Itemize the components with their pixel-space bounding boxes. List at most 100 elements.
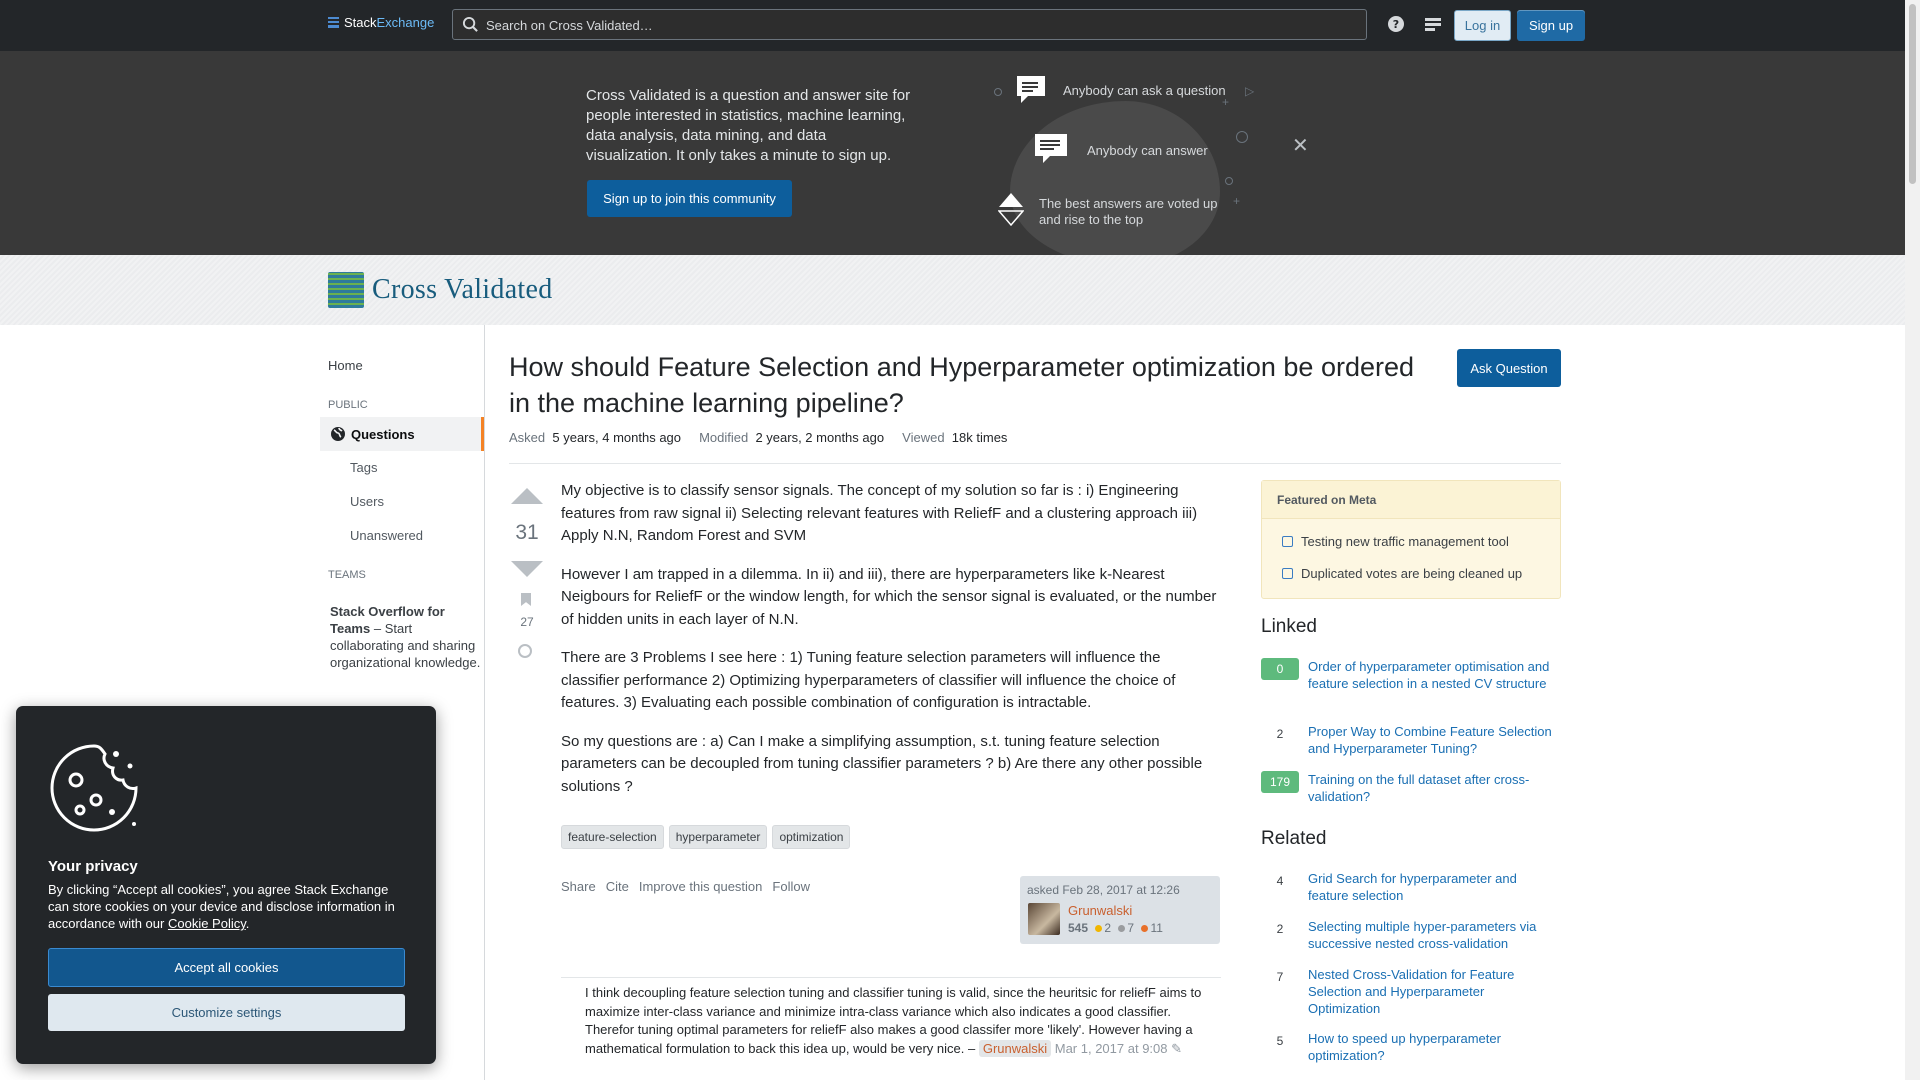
login-button[interactable]: Log in (1454, 10, 1511, 41)
tag-hyperparameter[interactable]: hyperparameter (668, 825, 768, 849)
featured-item-label: Duplicated votes are being cleaned up (1301, 566, 1523, 581)
question-paragraph: There are 3 Problems I see here : 1) Tun… (561, 649, 1176, 711)
signup-hero: Cross Validated is a question and answer… (0, 51, 1905, 266)
related-title[interactable]: Selecting multiple hyper-parameters via … (1308, 918, 1553, 952)
nav-home[interactable]: Home (328, 358, 363, 373)
improve-question-link[interactable]: Improve this question (639, 879, 763, 894)
tag-feature-selection[interactable]: feature-selection (561, 825, 664, 849)
stackexchange-logo[interactable]: StackExchange (328, 15, 434, 30)
related-title[interactable]: Nested Cross-Validation for Feature Sele… (1308, 966, 1553, 1017)
cookie-icon (50, 744, 138, 832)
asked-date: asked Feb 28, 2017 at 12:26 (1027, 883, 1180, 897)
cookie-policy-link[interactable]: Cookie Policy (168, 916, 246, 931)
share-link[interactable]: Share (561, 879, 596, 894)
follow-link[interactable]: Follow (772, 879, 810, 894)
downvote-button[interactable] (511, 561, 543, 577)
nav-section-public: PUBLIC (328, 399, 368, 411)
cookie-consent-dialog: Your privacy By clicking “Accept all coo… (16, 706, 436, 1064)
title-divider (509, 463, 1561, 464)
signup-button[interactable]: Sign up (1517, 10, 1585, 41)
help-icon[interactable]: ? (1387, 15, 1405, 33)
related-heading: Related (1261, 828, 1327, 849)
owner-reputation: 545 2 7 11 (1068, 921, 1163, 935)
sidebar-divider (484, 325, 485, 1080)
comment: I think decoupling feature selection tun… (585, 984, 1205, 1058)
question-tags: feature-selection hyperparameter optimiz… (561, 825, 851, 849)
decor-dot (994, 88, 1002, 96)
reputation-score: 545 (1068, 921, 1089, 935)
featured-on-meta: Featured on Meta Testing new traffic man… (1261, 480, 1561, 599)
nav-tags[interactable]: Tags (350, 460, 377, 475)
edit-pencil-icon: ✎ (1171, 1040, 1183, 1056)
comment-date[interactable]: Mar 1, 2017 at 9:08 (1055, 1041, 1168, 1056)
bronze-badge-count: 11 (1150, 921, 1163, 935)
nav-section-teams: TEAMS (328, 569, 366, 581)
cross-validated-logo-icon (328, 272, 364, 308)
modified-value[interactable]: 2 years, 2 months ago (755, 430, 884, 445)
post-actions: Share Cite Improve this question Follow (561, 879, 810, 894)
answer-bubble-icon (1035, 134, 1067, 163)
accept-all-cookies-button[interactable]: Accept all cookies (48, 948, 405, 987)
post-owner-card: asked Feb 28, 2017 at 12:26 Grunwalski 5… (1020, 876, 1220, 944)
history-icon[interactable] (518, 644, 532, 658)
site-name: Cross Validated (372, 274, 553, 305)
linked-title[interactable]: Order of hyperparameter optimisation and… (1308, 658, 1553, 692)
join-community-button[interactable]: Sign up to join this community (587, 180, 792, 217)
search-box[interactable] (452, 9, 1367, 41)
silver-badge-icon (1118, 925, 1126, 932)
linked-title[interactable]: Proper Way to Combine Feature Selection … (1308, 723, 1553, 757)
decor-dot (1236, 131, 1248, 143)
question-paragraph: So my questions are : a) Can I make a si… (561, 732, 1203, 795)
silver-badge-count: 7 (1127, 921, 1135, 935)
teams-promo: Stack Overflow for Teams – Start collabo… (322, 595, 493, 679)
site-header (0, 255, 1905, 325)
bronze-badge-icon (1141, 925, 1149, 932)
bookmark-count: 27 (520, 615, 534, 629)
svg-text:?: ? (1393, 18, 1399, 31)
question-paragraph: My objective is to classify sensor signa… (561, 482, 1198, 544)
linked-title[interactable]: Training on the full dataset after cross… (1308, 771, 1553, 805)
hero-blob (1010, 101, 1220, 266)
viewed-label: Viewed (902, 430, 945, 445)
question-title[interactable]: How should Feature Selection and Hyperpa… (509, 349, 1429, 421)
site-logo[interactable]: Cross Validated (328, 272, 553, 308)
ask-question-button[interactable]: Ask Question (1457, 349, 1561, 387)
meta-post-icon (1282, 568, 1293, 579)
featured-item-label: Testing new traffic management tool (1301, 534, 1509, 549)
decor-plus: ▷ (1245, 84, 1255, 98)
featured-title: Featured on Meta (1262, 481, 1560, 519)
question-paragraph: However I am trapped in a dilemma. In ii… (561, 565, 1217, 628)
linked-score: 179 (1261, 771, 1299, 793)
owner-username[interactable]: Grunwalski (1068, 903, 1132, 918)
nav-users[interactable]: Users (350, 494, 384, 509)
customize-settings-button[interactable]: Customize settings (48, 994, 405, 1031)
featured-item[interactable]: Testing new traffic management tool (1282, 534, 1509, 549)
page-scrollbar[interactable] (1905, 0, 1920, 1080)
nav-questions-label: Questions (351, 426, 415, 442)
avatar[interactable] (1028, 903, 1060, 935)
question-body: My objective is to classify sensor signa… (561, 480, 1221, 814)
related-score: 7 (1276, 970, 1284, 984)
viewed-value: 18k times (951, 430, 1008, 445)
linked-score: 0 (1261, 658, 1299, 680)
nav-unanswered[interactable]: Unanswered (350, 528, 423, 543)
cite-link[interactable]: Cite (606, 879, 629, 894)
cookie-title: Your privacy (48, 858, 138, 875)
featured-item[interactable]: Duplicated votes are being cleaned up (1282, 566, 1522, 581)
related-title[interactable]: How to speed up hyperparameter optimizat… (1308, 1030, 1553, 1064)
search-input[interactable] (484, 10, 1348, 41)
bookmark-icon[interactable] (521, 593, 531, 606)
related-score: 4 (1276, 874, 1284, 888)
upvote-button[interactable] (511, 488, 543, 504)
nav-questions[interactable]: Questions (320, 417, 484, 451)
vote-arrows-icon (998, 193, 1024, 227)
site-switcher-icon[interactable] (1424, 15, 1442, 33)
tag-optimization[interactable]: optimization (772, 825, 851, 849)
related-title[interactable]: Grid Search for hyperparameter and featu… (1308, 870, 1553, 904)
asked-label: Asked (509, 430, 546, 445)
speech-bubble-icon (1017, 76, 1045, 103)
comment-user[interactable]: Grunwalski (978, 1039, 1052, 1057)
hero-item-answer: Anybody can answer (1087, 143, 1208, 158)
scrollbar-thumb[interactable] (1909, 4, 1916, 184)
close-icon[interactable]: ✕ (1292, 133, 1309, 158)
